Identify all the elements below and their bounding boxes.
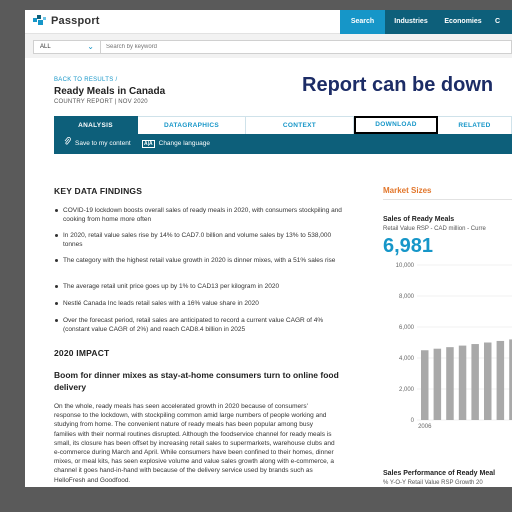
chart-bar[interactable]: [421, 350, 429, 420]
chart-title: Sales of Ready Meals: [383, 216, 455, 223]
finding-item: In 2020, retail value sales rise by 14% …: [54, 231, 344, 249]
annotation-overlay-text: Report can be down: [302, 74, 494, 96]
passport-globe-icon: [33, 15, 47, 27]
language-label: Change language: [158, 140, 210, 147]
performance-subtitle: % Y-O-Y Retail Value RSP Growth 20: [383, 480, 483, 486]
impact-paragraph: On the whole, ready meals has seen accel…: [54, 403, 335, 484]
finding-item: Nestlé Canada Inc leads retail sales wit…: [54, 299, 344, 308]
search-input[interactable]: [101, 40, 512, 54]
tab-context[interactable]: CONTEXT: [246, 116, 354, 134]
report-tabs: ANALYSIS DATAGRAPHICS CONTEXT DOWNLOAD R…: [54, 116, 512, 134]
findings-heading: KEY DATA FINDINGS: [54, 186, 143, 196]
main-nav: Search Industries Economies C: [340, 10, 512, 34]
report-subtitle: COUNTRY REPORT | NOV 2020: [54, 99, 148, 105]
performance-title: Sales Performance of Ready Meal: [383, 470, 496, 477]
logo[interactable]: Passport: [33, 15, 100, 27]
search-bar: ALL ⌄: [25, 34, 512, 58]
tab-datagraphics[interactable]: DATAGRAPHICS: [138, 116, 246, 134]
chevron-down-icon: ⌄: [87, 42, 94, 51]
nav-more[interactable]: C: [489, 10, 512, 34]
finding-item: The category with the highest retail val…: [54, 256, 344, 265]
language-icon: A|Å: [142, 140, 155, 148]
finding-item: The average retail unit price goes up by…: [54, 282, 344, 291]
save-label: Save to my content: [75, 140, 131, 147]
sales-bar-chart: 0 2,000 4,000 6,000 8,000 10,000 2006: [396, 263, 512, 430]
chart-bar[interactable]: [458, 345, 467, 420]
finding-item: COVID-19 lockdown boosts overall sales o…: [54, 206, 344, 224]
divider: [383, 199, 512, 200]
tab-analysis[interactable]: ANALYSIS: [54, 116, 138, 134]
nav-economies[interactable]: Economies: [437, 10, 489, 34]
market-sizes-heading: Market Sizes: [383, 186, 432, 195]
chart-subtitle: Retail Value RSP - CAD million - Curre: [383, 226, 486, 232]
chart-bar[interactable]: [433, 348, 442, 420]
chart-bar[interactable]: [484, 342, 492, 421]
y-tick-label: 2,000: [399, 387, 415, 393]
page-title: Ready Meals in Canada: [54, 86, 166, 97]
search-scope-value: ALL: [40, 44, 51, 50]
change-language-button[interactable]: A|Å Change language: [142, 134, 210, 154]
breadcrumb[interactable]: BACK TO RESULTS /: [54, 77, 117, 83]
tab-related[interactable]: RELATED: [438, 116, 512, 134]
nav-industries[interactable]: Industries: [385, 10, 437, 34]
impact-heading: 2020 IMPACT: [54, 348, 110, 358]
chart-bar[interactable]: [446, 347, 454, 420]
browser-page: Passport Search Industries Economies C A…: [25, 10, 512, 487]
paperclip-icon: [64, 134, 71, 154]
top-header: Passport Search Industries Economies C: [25, 10, 512, 34]
y-tick-label: 8,000: [399, 294, 415, 300]
chart-bar[interactable]: [496, 340, 505, 420]
x-tick-label: 2006: [418, 424, 432, 430]
logo-text: Passport: [51, 15, 100, 27]
y-tick-label: 4,000: [399, 356, 415, 362]
y-tick-label: 0: [411, 418, 415, 424]
y-tick-label: 6,000: [399, 325, 415, 331]
search-scope-select[interactable]: ALL ⌄: [33, 40, 101, 54]
save-to-content-button[interactable]: Save to my content: [64, 134, 131, 154]
chart-bar[interactable]: [471, 344, 479, 420]
tab-download[interactable]: DOWNLOAD: [354, 116, 438, 134]
action-bar: Save to my content A|Å Change language: [54, 134, 512, 154]
impact-subheading: Boom for dinner mixes as stay-at-home co…: [54, 370, 339, 392]
nav-search[interactable]: Search: [340, 10, 385, 34]
finding-item: Over the forecast period, retail sales a…: [54, 316, 344, 334]
y-tick-label: 10,000: [396, 263, 415, 269]
